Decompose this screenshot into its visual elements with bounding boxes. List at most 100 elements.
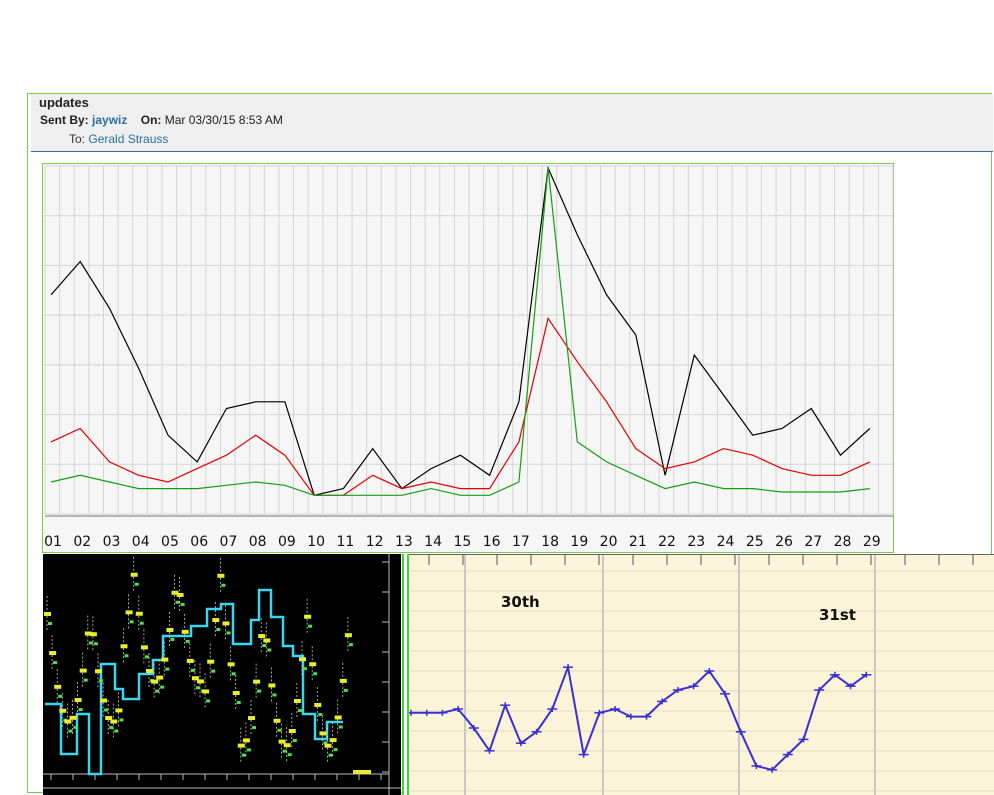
green-marker — [170, 637, 175, 641]
black-chart-svg — [43, 554, 401, 795]
green-marker — [160, 685, 165, 689]
x-tick-label: 02 — [73, 534, 91, 550]
yellow-marker — [105, 716, 113, 721]
green-marker — [99, 679, 103, 683]
on-label: On: — [140, 113, 162, 127]
yellow-marker — [212, 618, 220, 623]
green-marker — [180, 602, 185, 606]
yellow-marker — [74, 698, 82, 703]
yellow-marker — [44, 612, 51, 616]
green-marker — [93, 642, 98, 646]
day-label-30th: 30th — [501, 593, 540, 611]
yellow-marker — [248, 716, 255, 721]
black-chart-image — [43, 554, 401, 795]
yellow-marker — [314, 702, 322, 707]
yellow-marker — [353, 770, 371, 774]
yellow-marker — [232, 691, 240, 696]
yellow-marker — [309, 662, 317, 667]
yellow-marker — [293, 698, 301, 703]
green-marker — [246, 748, 251, 752]
green-marker — [195, 686, 200, 690]
sent-by-label: Sent By: — [40, 113, 89, 127]
yellow-marker — [207, 659, 215, 664]
yellow-marker — [146, 669, 153, 674]
green-marker — [53, 661, 58, 665]
yellow-marker — [263, 638, 271, 643]
green-marker — [119, 718, 124, 722]
green-marker — [267, 648, 272, 652]
sent-by-row: Sent By: jaywiz On: Mar 03/30/15 8:53 AM — [40, 113, 283, 127]
yellow-marker — [59, 708, 67, 713]
green-marker — [297, 708, 302, 712]
green-marker — [292, 739, 297, 743]
yellow-marker — [135, 611, 143, 616]
message-subject: updates — [39, 95, 89, 110]
green-marker — [343, 688, 348, 692]
recipient-link[interactable]: Gerald Strauss — [88, 132, 168, 146]
green-marker — [78, 708, 83, 712]
green-marker — [68, 729, 73, 733]
yellow-marker — [69, 715, 77, 720]
yellow-marker — [202, 689, 210, 694]
yellow-marker — [95, 669, 102, 674]
x-tick-label: 03 — [103, 534, 121, 550]
yellow-marker — [217, 573, 225, 578]
yellow-marker — [299, 657, 306, 662]
x-tick-label: 25 — [746, 534, 764, 550]
yellow-marker — [100, 698, 108, 703]
x-tick-label: 20 — [600, 534, 618, 550]
x-tick-label: 11 — [336, 534, 354, 550]
green-marker — [257, 689, 262, 693]
x-tick-label: 16 — [483, 534, 501, 550]
x-tick-label: 28 — [834, 534, 852, 550]
green-marker — [282, 749, 287, 753]
green-marker — [73, 725, 78, 729]
x-tick-label: 24 — [717, 534, 735, 550]
green-marker — [308, 624, 313, 628]
yellow-marker — [181, 629, 189, 634]
x-tick-label: 27 — [804, 534, 822, 550]
green-marker — [303, 667, 307, 671]
yellow-marker — [89, 632, 97, 637]
panel-divider — [402, 554, 409, 795]
green-marker — [241, 753, 246, 757]
green-marker — [318, 712, 323, 716]
green-marker — [175, 600, 180, 604]
green-marker — [221, 583, 226, 587]
green-marker — [155, 689, 160, 693]
green-marker — [134, 582, 139, 586]
x-tick-label: 23 — [687, 534, 705, 550]
x-tick-label: 12 — [366, 534, 384, 550]
yellow-marker — [156, 675, 164, 680]
to-label: To: — [69, 132, 86, 146]
x-tick-label: 06 — [190, 534, 208, 550]
green-marker — [144, 655, 149, 659]
x-tick-label: 05 — [161, 534, 179, 550]
day-label-31st: 31st — [819, 606, 856, 624]
green-marker — [83, 678, 88, 682]
to-row: To: Gerald Strauss — [69, 132, 168, 146]
green-marker — [231, 672, 236, 676]
green-marker — [139, 621, 144, 625]
green-marker — [211, 669, 216, 673]
green-marker — [226, 631, 231, 635]
x-tick-label: 17 — [512, 534, 530, 550]
green-marker — [287, 753, 292, 757]
yellow-marker — [324, 743, 332, 748]
green-marker — [328, 753, 333, 757]
x-tick-label: 22 — [658, 534, 676, 550]
sender-link[interactable]: jaywiz — [92, 113, 127, 127]
yellow-marker — [125, 610, 133, 615]
yellow-marker — [242, 738, 250, 743]
green-marker — [124, 654, 129, 658]
green-marker — [333, 748, 338, 752]
yellow-marker — [197, 679, 204, 684]
green-marker — [58, 694, 63, 698]
yellow-marker — [283, 743, 291, 748]
x-tick-label: 08 — [249, 534, 267, 550]
cream-chart-image: 30th 31st — [409, 554, 994, 795]
yellow-marker — [176, 592, 184, 597]
green-marker — [88, 641, 93, 645]
green-marker — [262, 644, 267, 648]
cyan-step-line — [45, 588, 343, 776]
